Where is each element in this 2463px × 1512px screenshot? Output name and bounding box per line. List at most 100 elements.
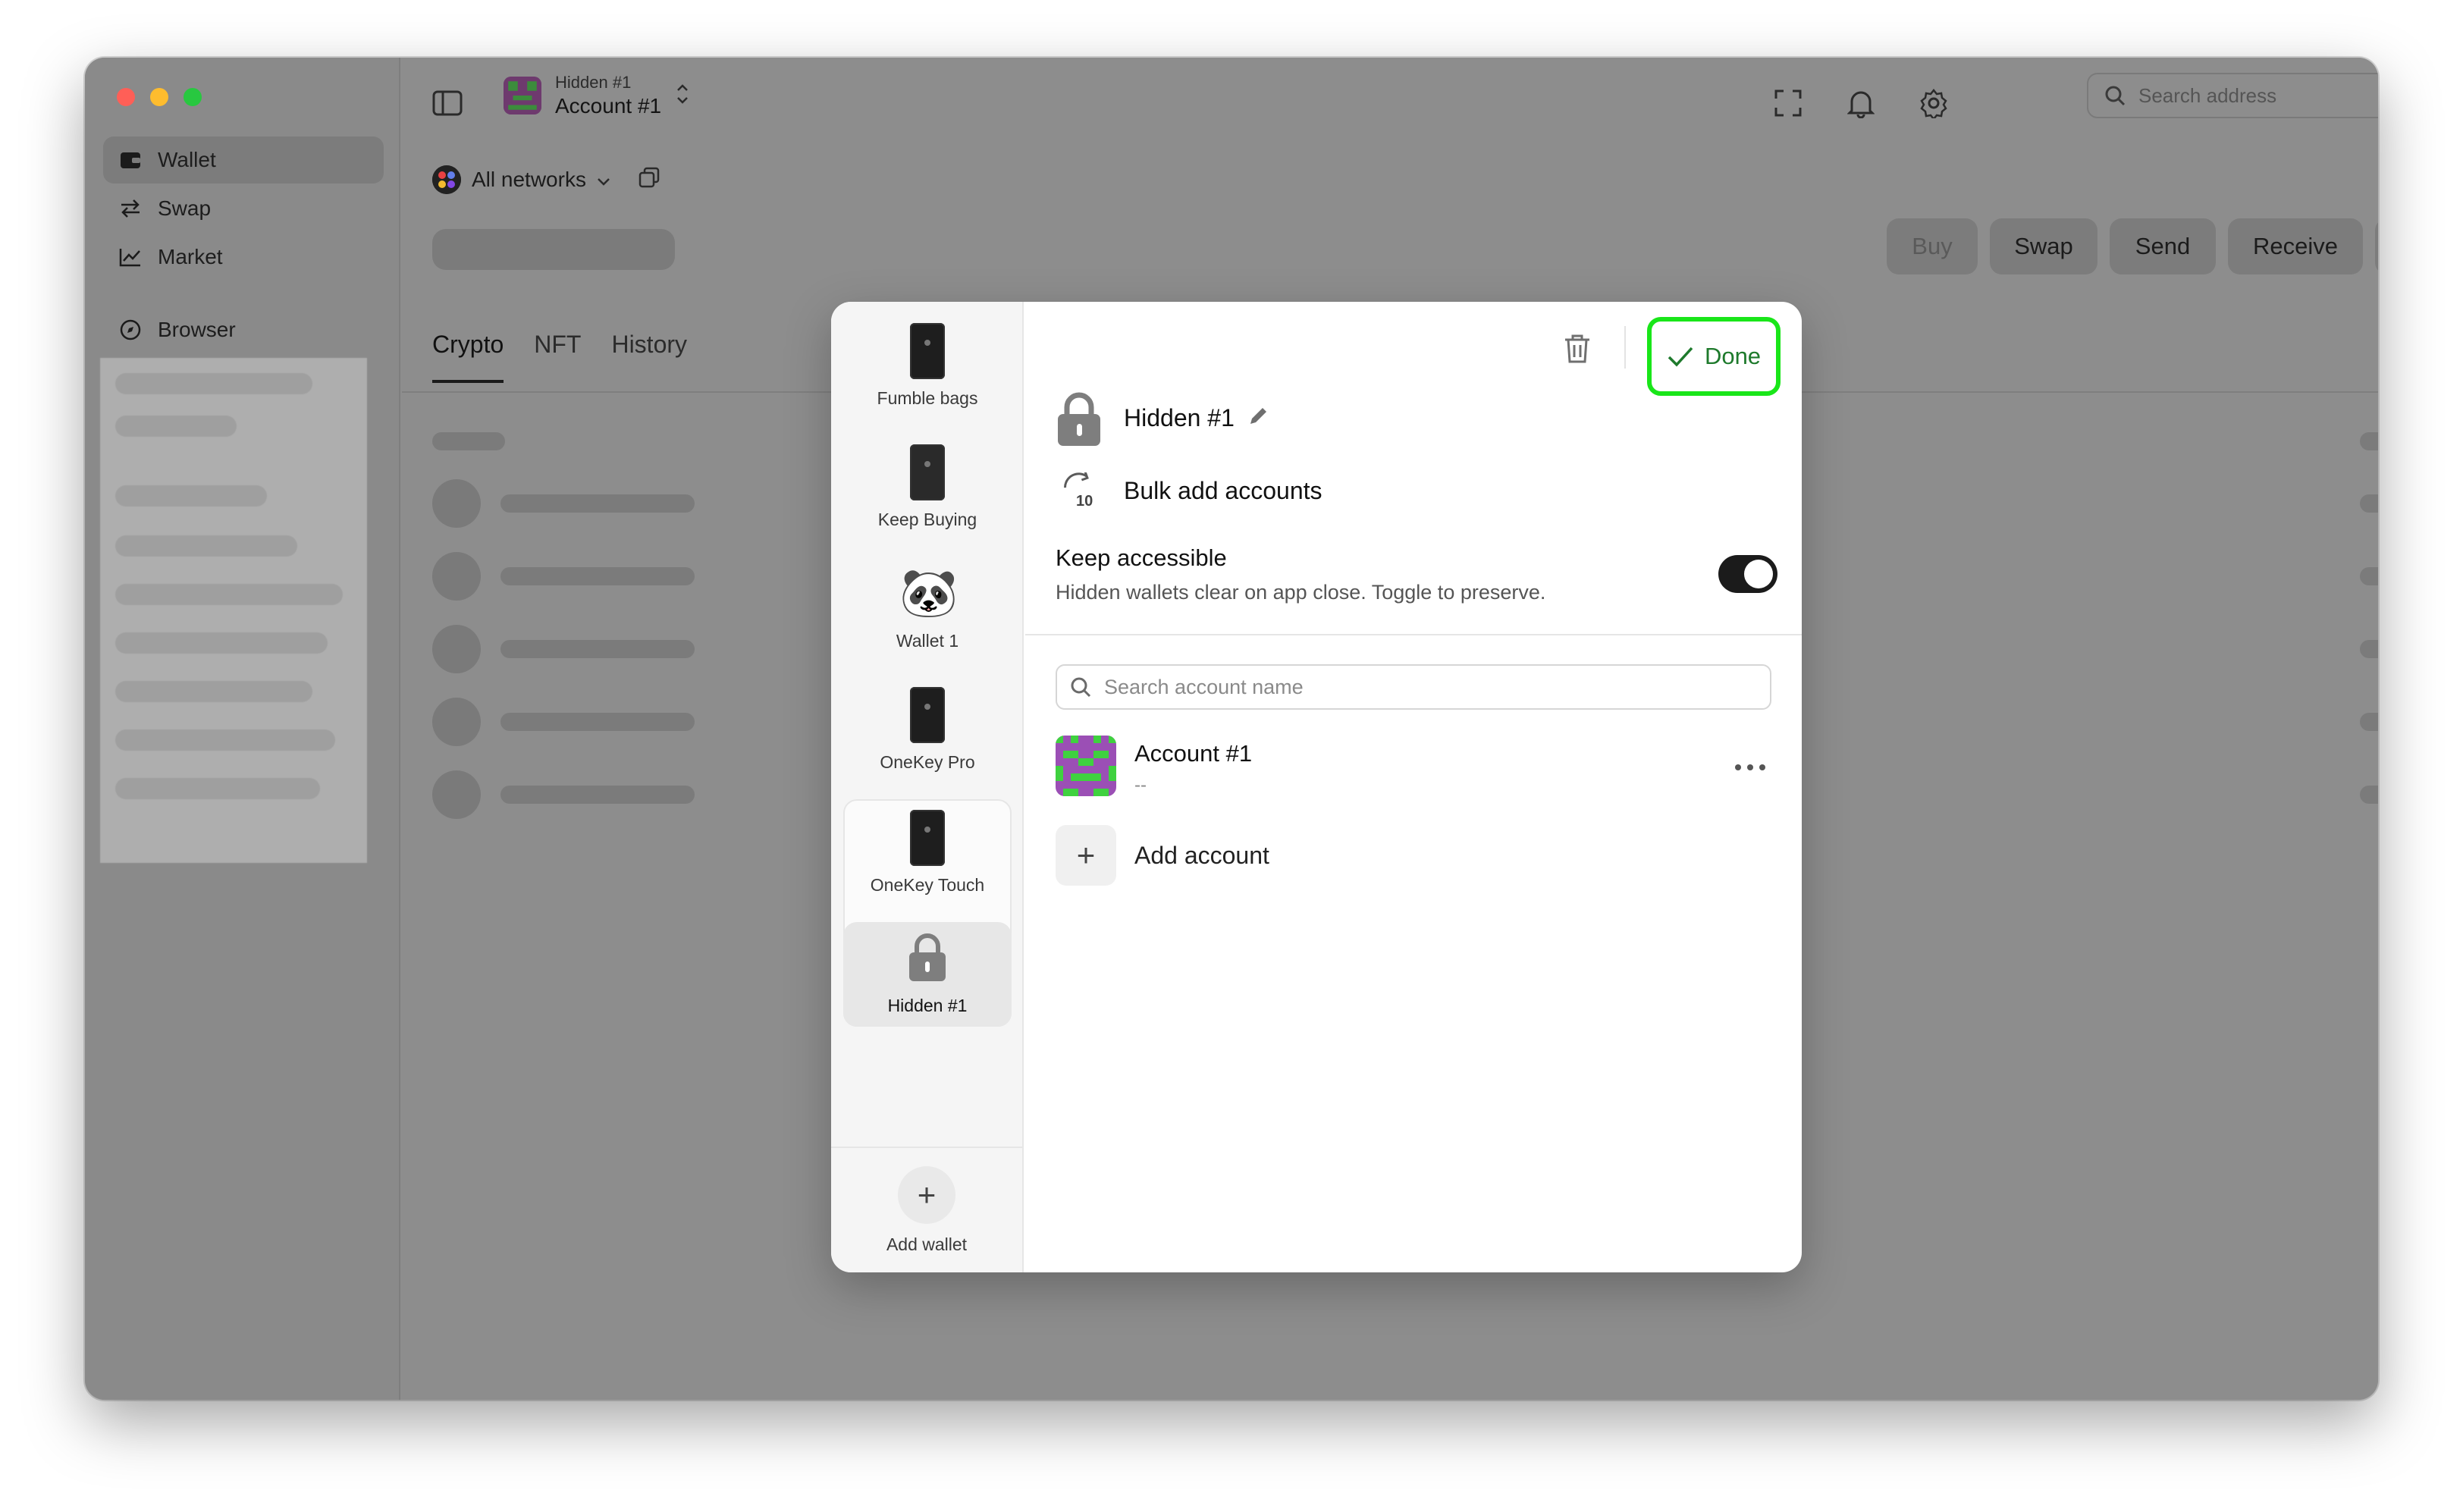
toolbar-divider <box>1624 326 1626 369</box>
hardware-device-icon <box>910 444 945 500</box>
value-placeholder <box>2360 640 2378 658</box>
sidebar-item-label: Market <box>158 245 223 268</box>
token-icon-placeholder <box>432 770 481 819</box>
value-placeholder <box>2360 713 2378 731</box>
wallet-label: Hidden #1 <box>887 996 968 1015</box>
token-name-placeholder <box>500 567 695 585</box>
chevron-updown-icon <box>675 81 690 111</box>
wallet-item-keep-buying[interactable]: Keep Buying <box>843 434 1012 547</box>
buy-button[interactable]: Buy <box>1887 218 1978 274</box>
value-placeholder <box>2360 494 2378 513</box>
wallet-manager-dialog: Fumble bags Keep Buying 🐼 Wallet 1 OneKe… <box>831 302 1802 1272</box>
wallet-item-fumble-bags[interactable]: Fumble bags <box>843 312 1012 426</box>
tab-nft[interactable]: NFT <box>534 331 581 359</box>
search-icon <box>2105 86 2126 106</box>
account-avatar <box>504 77 541 114</box>
zoom-window-button[interactable] <box>184 88 202 106</box>
token-icon-placeholder <box>432 479 481 528</box>
wallet-title: Hidden #1 <box>1124 403 1235 431</box>
account-avatar <box>1056 736 1116 796</box>
settings-button[interactable] <box>1911 80 1956 126</box>
wallet-list: Fumble bags Keep Buying 🐼 Wallet 1 OneKe… <box>831 302 1024 1272</box>
swap-button[interactable]: Swap <box>1990 218 2097 274</box>
wallet-item-hidden-1[interactable]: Hidden #1 <box>843 922 1012 1027</box>
keep-accessible-description: Hidden wallets clear on app close. Toggl… <box>1056 581 1546 604</box>
close-window-button[interactable] <box>117 88 135 106</box>
more-options-icon[interactable] <box>1729 754 1771 781</box>
receive-button[interactable]: Receive <box>2228 218 2363 274</box>
sidebar-item-market[interactable]: Market <box>103 234 384 281</box>
networks-icon <box>432 165 461 194</box>
sidebar-toggle-icon <box>432 90 463 116</box>
wallet-item-onekey-touch[interactable]: OneKey Touch <box>843 799 1012 913</box>
wallet-item-wallet-1[interactable]: 🐼 Wallet 1 <box>843 555 1012 669</box>
bell-icon <box>1847 91 1875 118</box>
token-name-placeholder <box>500 713 695 731</box>
sidebar: Wallet Swap Market Browser <box>85 58 400 1400</box>
expand-button[interactable] <box>1765 80 1811 126</box>
asset-tabs: Crypto NFT History <box>432 331 687 383</box>
account-name: Account #1 <box>1134 740 1253 767</box>
bulk-add-accounts-button[interactable]: 10 Bulk add accounts <box>1056 470 1322 511</box>
token-icon-placeholder <box>432 698 481 746</box>
wallet-label: OneKey Pro <box>880 752 975 772</box>
wallet-item-onekey-pro[interactable]: OneKey Pro <box>843 676 1012 790</box>
minimize-window-button[interactable] <box>150 88 168 106</box>
account-switcher[interactable]: Hidden #1 Account #1 <box>504 73 690 118</box>
more-actions-button[interactable]: ••• <box>2375 218 2378 274</box>
wallet-label: OneKey Touch <box>870 875 985 895</box>
sidebar-item-label: Browser <box>158 318 236 341</box>
token-name-placeholder <box>500 640 695 658</box>
chart-line-icon <box>118 245 143 269</box>
search-account-placeholder: Search account name <box>1104 675 1304 698</box>
compass-icon <box>118 318 143 342</box>
value-placeholder <box>2360 567 2378 585</box>
sidebar-item-wallet[interactable]: Wallet <box>103 136 384 184</box>
network-selector[interactable]: All networks <box>432 165 660 194</box>
networks-label: All networks <box>472 168 586 191</box>
done-button[interactable]: Done <box>1647 317 1781 396</box>
plus-icon: + <box>898 1165 955 1224</box>
value-placeholder <box>2360 432 2378 450</box>
hardware-device-icon <box>910 323 945 379</box>
lock-icon <box>1056 391 1103 446</box>
lock-icon <box>908 933 947 987</box>
pencil-icon[interactable] <box>1247 405 1269 431</box>
balance-placeholder <box>432 229 675 270</box>
account-address: -- <box>1134 775 1147 795</box>
keep-accessible-section: Keep accessible Hidden wallets clear on … <box>1056 544 1545 604</box>
add-wallet-label: Add wallet <box>886 1234 968 1254</box>
tab-history[interactable]: History <box>611 331 687 359</box>
panda-emoji-icon: 🐼 <box>899 567 959 620</box>
check-icon <box>1668 347 1693 367</box>
tab-crypto[interactable]: Crypto <box>432 331 504 383</box>
hardware-device-icon <box>910 810 945 866</box>
wallet-label: Fumble bags <box>877 388 978 408</box>
search-placeholder: Search address <box>2138 83 2277 107</box>
send-button[interactable]: Send <box>2110 218 2216 274</box>
wallet-name: Hidden #1 <box>555 73 632 92</box>
sidebar-item-swap[interactable]: Swap <box>103 185 384 232</box>
blurred-sidebar-panel <box>100 358 367 863</box>
keep-accessible-toggle[interactable] <box>1718 555 1777 593</box>
sidebar-item-browser[interactable]: Browser <box>103 306 384 353</box>
wallet-title-row: Hidden #1 <box>1056 391 1269 446</box>
add-account-button[interactable]: + Add account <box>1056 825 1269 886</box>
copy-icon[interactable] <box>638 166 660 194</box>
list-header-placeholder <box>432 432 505 450</box>
search-address-input[interactable]: Search address <box>2087 73 2378 118</box>
search-account-input[interactable]: Search account name <box>1056 664 1771 710</box>
add-wallet-button[interactable]: + Add wallet <box>831 1147 1022 1272</box>
delete-wallet-button[interactable] <box>1556 328 1599 370</box>
expand-icon <box>1774 89 1802 117</box>
plus-icon: + <box>1056 825 1116 886</box>
bulk-add-label: Bulk add accounts <box>1124 476 1322 504</box>
wallet-detail-panel: Done Hidden #1 10 Bulk add accounts Keep… <box>1025 302 1802 1272</box>
sidebar-item-label: Swap <box>158 196 212 220</box>
account-name: Account #1 <box>555 94 662 118</box>
token-name-placeholder <box>500 494 695 513</box>
notifications-button[interactable] <box>1838 80 1884 126</box>
account-row[interactable]: Account #1 -- <box>1056 736 1771 798</box>
sidebar-toggle-button[interactable] <box>425 80 470 126</box>
wallet-label: Keep Buying <box>877 510 977 529</box>
